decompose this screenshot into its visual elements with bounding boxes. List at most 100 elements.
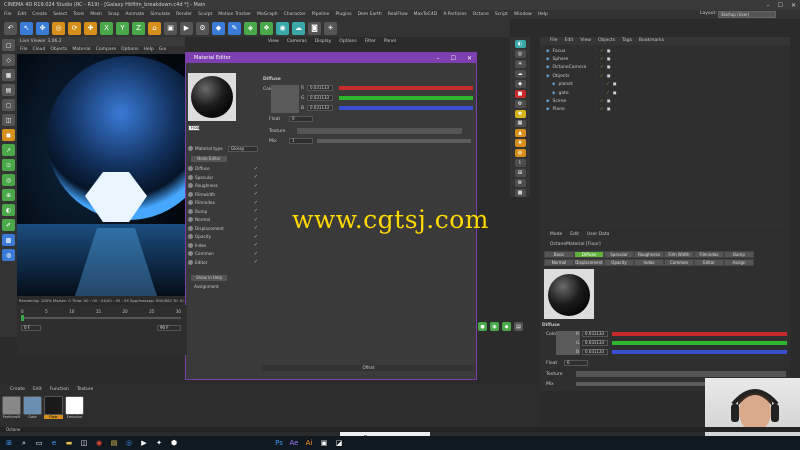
tab-assign[interactable]: Assign [724,259,754,266]
attr-b-field[interactable]: 0.031133 [582,349,608,355]
tab-bump[interactable]: Bump [724,251,754,258]
menu-item-sculpt[interactable]: Sculpt [198,12,212,17]
shelf-menu-create[interactable]: Create [10,387,25,392]
menu-item-octane[interactable]: Octane [473,12,489,17]
b-slider[interactable] [339,106,473,110]
render-settings-icon[interactable]: ⚙ [196,21,209,35]
visibility-dots-icon[interactable]: ⁚ [595,74,596,79]
pen-icon[interactable]: ✎ [228,21,241,35]
viewer-menu-file[interactable]: File [20,46,28,54]
material-item-gate[interactable]: Gate [23,396,42,422]
menu-item-mesh[interactable]: Mesh [90,12,102,17]
menu-item-animate[interactable]: Animate [125,12,144,17]
check-icon[interactable]: ✓ [600,74,604,79]
menu-item-select[interactable]: Select [53,12,67,17]
tab-roughness[interactable]: Roughness [634,251,664,258]
sculpt-icon[interactable]: ◍ [2,249,15,261]
menu-item-character[interactable]: Character [284,12,306,17]
viewer-menu-material[interactable]: Material [72,46,90,54]
attr-b-slider[interactable] [612,350,787,354]
paint-icon[interactable]: ✐ [2,219,15,231]
subdivision-icon[interactable]: ◈ [244,21,257,35]
attr-menu-edit[interactable]: Edit [570,232,579,237]
illustrator-icon[interactable]: Ai [304,438,314,448]
menu-item-tools[interactable]: Tools [73,12,84,17]
checkbox-icon[interactable]: ✓ [254,234,258,240]
attr-g-slider[interactable] [612,341,787,345]
checkbox-icon[interactable]: ✓ [254,174,258,180]
live-select-icon[interactable]: ↖ [20,21,33,35]
octane-proxy-icon[interactable]: ⊞ [514,169,526,178]
keyframe-dot-icon[interactable] [188,242,193,248]
scheme-icon[interactable]: ▤ [514,322,523,331]
octane-checker-icon[interactable]: ▩ [514,189,526,197]
menu-item-dem-earth[interactable]: Dem Earth [358,12,382,17]
channel-filmwidth[interactable]: Filmwidth ✓ [188,191,258,198]
menu-item-create[interactable]: Create [32,12,47,17]
app-icon[interactable]: ⬢ [169,438,179,448]
checkbox-icon[interactable]: ✓ [254,166,258,172]
end-frame-field[interactable]: 90 F [157,325,181,331]
om-menu-objects[interactable]: Objects [598,37,615,45]
visibility-dots-icon[interactable]: ⁚ [595,49,596,54]
channel-editor[interactable]: Editor ✓ [188,259,258,266]
menu-item-x-particles[interactable]: X-Particles [443,12,466,17]
checkbox-icon[interactable]: ✓ [254,191,258,197]
app2-icon[interactable]: ▣ [319,438,329,448]
z-axis-icon[interactable]: Z [132,21,145,35]
tab-filmindex[interactable]: Filmindex [694,251,724,258]
keyframe-dot-icon[interactable] [188,191,193,197]
chrome-icon[interactable]: ◉ [94,438,104,448]
light-icon[interactable]: ☀ [324,21,337,35]
cloner-icon[interactable]: ❖ [260,21,273,35]
viewer-menu-cloud[interactable]: Cloud [33,46,46,54]
timeline[interactable]: 0 5 10 15 20 25 30 0 F 90 F [17,305,187,355]
object-row-planet[interactable]: ◈ planet ⁚ ✓ ◼ [540,81,790,89]
keyframe-dot-icon[interactable] [188,225,193,231]
checkbox-icon[interactable]: ✓ [254,259,258,265]
shelf-menu-edit[interactable]: Edit [33,387,42,392]
y-axis-icon[interactable]: Y [116,21,129,35]
camera-icon[interactable]: ◙ [308,21,321,35]
menu-item-render[interactable]: Render [176,12,192,17]
app3-icon[interactable]: ◪ [334,438,344,448]
channel-index[interactable]: Index ✓ [188,242,258,249]
start-frame-field[interactable]: 0 F [21,325,41,331]
tag-icon[interactable]: ◼ [613,82,617,87]
menu-item-simulate[interactable]: Simulate [150,12,170,17]
menu-item-maxtoc4d[interactable]: MaxToC4D [414,12,438,17]
tab-normal[interactable]: Normal [544,259,574,266]
keyframe-dot-icon[interactable] [188,183,193,188]
minimize-icon[interactable]: – [437,55,440,62]
check-icon[interactable]: ✓ [606,82,610,87]
object-row-focus[interactable]: ◈ Focus ⁚ ✓ ◼ [540,47,790,55]
check-icon[interactable]: ✓ [606,91,610,96]
om-menu-tags[interactable]: Tags [622,37,632,45]
scale-icon[interactable]: ◎ [52,21,65,35]
texture-slot[interactable] [297,128,462,134]
tag-icon[interactable]: ◼ [607,99,611,104]
menu-item-plugins[interactable]: Plugins [335,12,351,17]
color-swatch[interactable] [271,85,299,113]
menu-item-window[interactable]: Window [514,12,532,17]
photoshop-icon[interactable]: Ps [274,438,284,448]
tag-icon[interactable]: ◼ [607,107,611,112]
rotate-icon[interactable]: ⟳ [68,21,81,35]
material-name-field[interactable]: Floor [188,125,201,131]
octane-light-icon[interactable]: ☀ [514,59,526,68]
close-icon[interactable]: ✕ [467,55,472,62]
menu-item-realflow[interactable]: RealFlow [388,12,408,17]
tag-icon[interactable]: ◼ [607,49,611,54]
om-menu-file[interactable]: File [550,37,558,45]
checkbox-icon[interactable]: ✓ [254,217,258,223]
attr-texture-slot[interactable] [576,371,786,377]
object-row-gate[interactable]: ◈ gate ⁚ ✓ ◼ [540,89,790,97]
x-axis-icon[interactable]: X [100,21,113,35]
octane-settings-icon[interactable]: ⚙ [514,99,526,108]
channel-bump[interactable]: Bump ✓ [188,208,258,215]
checkbox-icon[interactable]: ✓ [254,183,258,189]
keyframe-dot-icon[interactable] [188,200,193,205]
octane-render-icon[interactable]: ■ [514,89,526,98]
channel-specular[interactable]: Specular ✓ [188,174,258,181]
octane-object-icon[interactable]: ◆ [514,79,526,88]
